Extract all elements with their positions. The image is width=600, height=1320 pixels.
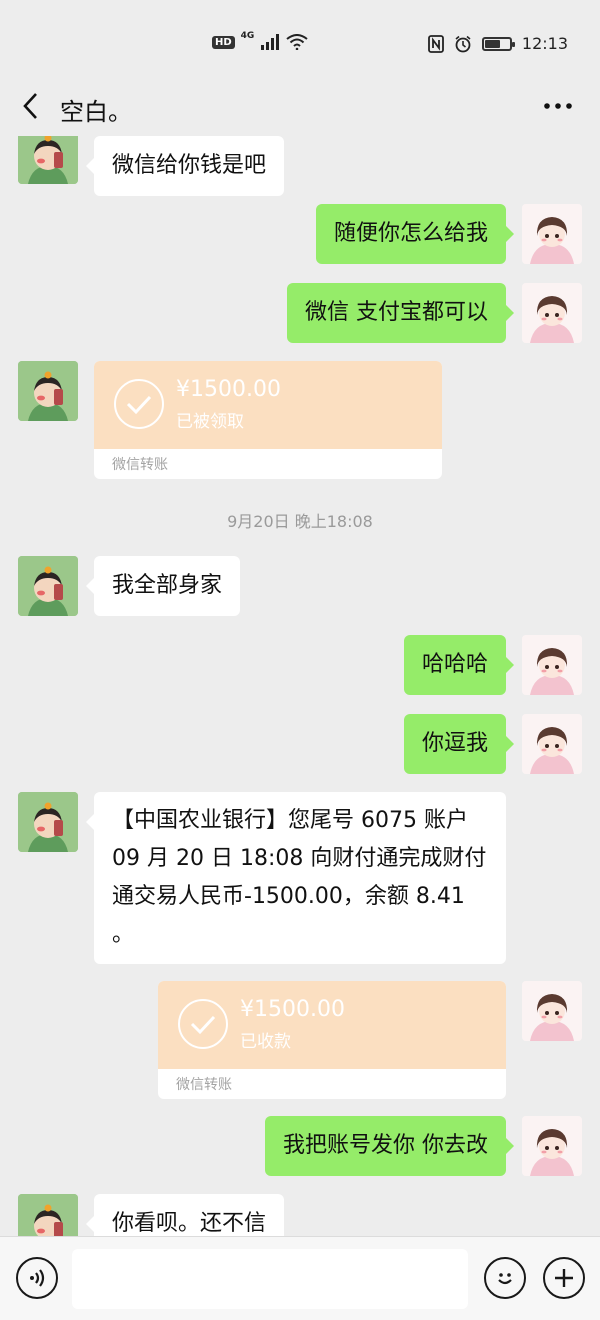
incoming-message[interactable]: 微信给你钱是吧 bbox=[85, 136, 285, 196]
wifi-icon bbox=[286, 34, 308, 50]
transfer-status: 已收款 bbox=[240, 1032, 291, 1052]
self-avatar[interactable] bbox=[522, 283, 582, 343]
more-dots-icon bbox=[544, 103, 572, 109]
plus-icon bbox=[555, 1269, 573, 1287]
self-avatar[interactable] bbox=[522, 204, 582, 264]
chat-title: 空白。 bbox=[60, 98, 132, 126]
transfer-status: 已被领取 bbox=[176, 412, 244, 432]
outgoing-message[interactable]: 微信 支付宝都可以 bbox=[287, 283, 514, 343]
transfer-footer: 微信转账 bbox=[112, 457, 168, 473]
battery-icon bbox=[481, 36, 515, 51]
outgoing-message[interactable]: 我把账号发你 你去改 bbox=[265, 1116, 514, 1176]
emoji-icon bbox=[498, 1273, 512, 1285]
message-input[interactable] bbox=[72, 1249, 468, 1309]
incoming-message[interactable]: 【中国农业银行】您尾号 6075 账户 09 月 20 日 18:08 向财付通… bbox=[86, 792, 506, 964]
transfer-card[interactable]: ¥1500.00 已被领取 微信转账 bbox=[94, 361, 442, 479]
contact-avatar[interactable] bbox=[18, 361, 78, 421]
timestamp: 9月20日 晚上18:08 bbox=[227, 512, 373, 531]
outgoing-message[interactable]: 哈哈哈 bbox=[403, 635, 515, 695]
incoming-message[interactable]: 你看呗。还不信 bbox=[85, 1194, 285, 1236]
nfc-icon bbox=[427, 34, 444, 53]
contact-avatar[interactable] bbox=[18, 136, 78, 184]
check-circle-icon bbox=[114, 379, 164, 429]
voice-icon bbox=[30, 1269, 45, 1287]
chat-header: 空白。 bbox=[0, 78, 600, 136]
network-type: 4G bbox=[240, 31, 255, 41]
contact-avatar[interactable] bbox=[18, 556, 78, 616]
alarm-icon bbox=[455, 35, 471, 52]
self-avatar[interactable] bbox=[522, 714, 582, 774]
signal-icon bbox=[261, 34, 280, 50]
status-left: HD 4G bbox=[212, 31, 308, 50]
status-right: 12:13 bbox=[427, 34, 568, 53]
self-avatar[interactable] bbox=[522, 635, 582, 695]
transfer-amount: ¥1500.00 bbox=[176, 377, 281, 402]
back-button[interactable] bbox=[12, 88, 48, 124]
status-bar: HD 4G 12:13 bbox=[0, 0, 600, 88]
transfer-amount: ¥1500.00 bbox=[240, 997, 345, 1022]
transfer-card[interactable]: ¥1500.00 已收款 微信转账 bbox=[158, 981, 506, 1099]
chat-messages[interactable]: 微信给你钱是吧 随便你怎么给我 微信 支付宝都可以 ¥1500.00 已被领取 … bbox=[0, 136, 600, 1236]
voice-button[interactable] bbox=[16, 1257, 58, 1299]
self-avatar[interactable] bbox=[522, 981, 582, 1041]
outgoing-message[interactable]: 你逗我 bbox=[403, 714, 515, 774]
check-circle-icon bbox=[178, 999, 228, 1049]
contact-avatar[interactable] bbox=[18, 1194, 78, 1236]
incoming-message[interactable]: 我全部身家 bbox=[85, 556, 241, 616]
contact-avatar[interactable] bbox=[18, 792, 78, 852]
outgoing-message[interactable]: 随便你怎么给我 bbox=[315, 204, 515, 264]
transfer-footer: 微信转账 bbox=[176, 1077, 232, 1093]
hd-badge: HD bbox=[212, 35, 235, 49]
emoji-button[interactable] bbox=[484, 1257, 526, 1299]
status-time: 12:13 bbox=[521, 34, 568, 53]
input-bar bbox=[0, 1236, 600, 1320]
self-avatar[interactable] bbox=[522, 1116, 582, 1176]
more-button[interactable] bbox=[538, 88, 578, 124]
plus-button[interactable] bbox=[543, 1257, 585, 1299]
chevron-left-icon bbox=[23, 93, 37, 119]
